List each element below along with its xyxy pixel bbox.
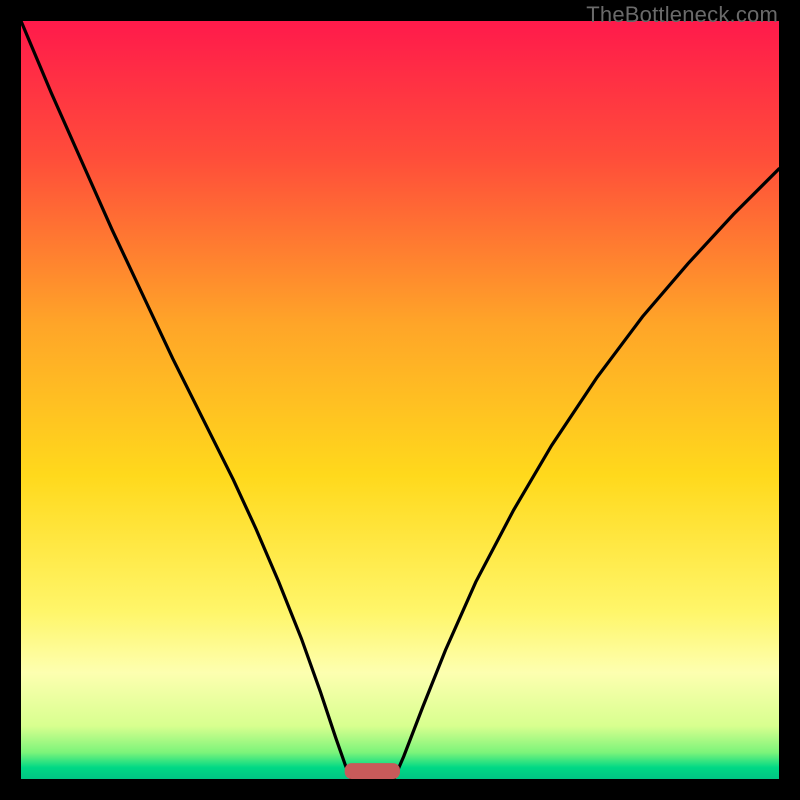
bottleneck-marker xyxy=(345,763,400,779)
watermark-text: TheBottleneck.com xyxy=(586,2,778,28)
plot-background xyxy=(21,21,779,779)
outer-frame: TheBottleneck.com xyxy=(0,0,800,800)
bottleneck-chart xyxy=(21,21,779,779)
